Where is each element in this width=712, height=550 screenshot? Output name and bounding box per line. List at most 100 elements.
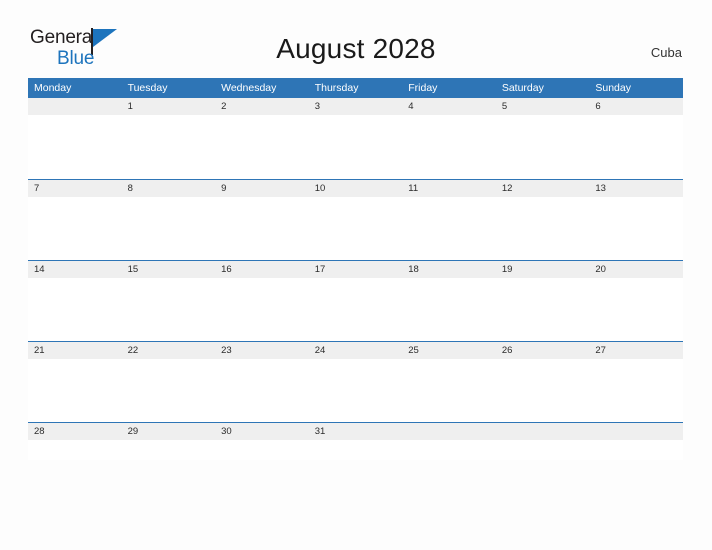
calendar-day-cell[interactable]: 21 <box>28 340 122 422</box>
weekday-header-saturday: Saturday <box>495 78 590 98</box>
calendar-day-cell[interactable]: 11 <box>402 178 496 260</box>
day-events-area[interactable] <box>308 358 403 422</box>
day-events-area[interactable] <box>121 277 216 341</box>
day-events-area[interactable] <box>308 439 403 460</box>
calendar-day-cell[interactable]: 2 <box>215 98 309 179</box>
day-number: 4 <box>402 98 496 115</box>
day-events-area[interactable] <box>308 115 403 179</box>
calendar-day-cell[interactable]: 10 <box>308 178 403 260</box>
day-events-area[interactable] <box>121 358 216 422</box>
day-number: 2 <box>215 98 309 115</box>
calendar-day-cell[interactable]: 6 <box>589 98 683 179</box>
calendar-week-row: 7 8 9 10 11 12 13 <box>28 178 683 260</box>
day-number: 3 <box>308 98 403 115</box>
day-events-area[interactable] <box>28 439 122 460</box>
day-events-area[interactable] <box>215 196 309 260</box>
calendar-day-cell[interactable]: 30 <box>215 421 309 460</box>
calendar-day-cell[interactable]: 19 <box>495 259 590 341</box>
calendar-day-cell[interactable]: 24 <box>308 340 403 422</box>
day-events-area[interactable] <box>215 115 309 179</box>
day-events-area[interactable] <box>495 196 590 260</box>
day-number: 28 <box>28 422 122 440</box>
calendar-day-cell[interactable]: 3 <box>308 98 403 179</box>
day-number <box>495 422 590 440</box>
day-number: 16 <box>215 260 309 278</box>
calendar-day-cell[interactable]: 15 <box>121 259 216 341</box>
day-number: 30 <box>215 422 309 440</box>
day-events-area[interactable] <box>495 439 590 460</box>
day-events-area[interactable] <box>121 115 216 179</box>
day-number: 7 <box>28 179 122 197</box>
day-events-area[interactable] <box>308 196 403 260</box>
day-events-area[interactable] <box>28 277 122 341</box>
calendar-header-row: Monday Tuesday Wednesday Thursday Friday… <box>28 78 683 98</box>
calendar-day-cell[interactable]: 23 <box>215 340 309 422</box>
day-events-area[interactable] <box>121 196 216 260</box>
calendar-day-cell[interactable]: 8 <box>121 178 216 260</box>
day-events-area[interactable] <box>402 358 496 422</box>
day-events-area[interactable] <box>589 277 683 341</box>
calendar-day-cell[interactable]: 20 <box>589 259 683 341</box>
day-events-area[interactable] <box>589 358 683 422</box>
day-number: 24 <box>308 341 403 359</box>
calendar-day-cell[interactable] <box>402 421 496 460</box>
day-events-area[interactable] <box>402 277 496 341</box>
calendar-day-cell[interactable]: 7 <box>28 178 122 260</box>
day-events-area[interactable] <box>589 196 683 260</box>
calendar-day-cell[interactable] <box>589 421 683 460</box>
calendar-day-cell[interactable]: 25 <box>402 340 496 422</box>
calendar-day-cell[interactable]: 4 <box>402 98 496 179</box>
day-events-area[interactable] <box>215 439 309 460</box>
calendar-day-cell[interactable]: 16 <box>215 259 309 341</box>
weekday-header-sunday: Sunday <box>589 78 683 98</box>
calendar-day-cell[interactable]: 18 <box>402 259 496 341</box>
day-number <box>402 422 496 440</box>
day-number: 21 <box>28 341 122 359</box>
calendar-day-cell[interactable]: 31 <box>308 421 403 460</box>
day-number: 29 <box>121 422 216 440</box>
day-events-area[interactable] <box>215 277 309 341</box>
calendar-day-cell[interactable]: 12 <box>495 178 590 260</box>
day-number: 26 <box>495 341 590 359</box>
day-events-area[interactable] <box>308 277 403 341</box>
calendar-page: General Blue August 2028 Cuba Monday Tue… <box>0 0 712 550</box>
day-events-area[interactable] <box>402 439 496 460</box>
calendar-week-row: 14 15 16 17 18 19 20 <box>28 259 683 341</box>
page-title: August 2028 <box>276 33 436 64</box>
day-events-area[interactable] <box>589 439 683 460</box>
day-events-area[interactable] <box>215 358 309 422</box>
day-number: 6 <box>589 98 683 115</box>
day-events-area[interactable] <box>495 115 590 179</box>
calendar-table: Monday Tuesday Wednesday Thursday Friday… <box>28 78 683 460</box>
day-number: 27 <box>589 341 683 359</box>
calendar-day-cell[interactable]: 17 <box>308 259 403 341</box>
calendar-grid: Monday Tuesday Wednesday Thursday Friday… <box>28 78 683 460</box>
day-events-area[interactable] <box>402 196 496 260</box>
day-events-area[interactable] <box>589 115 683 179</box>
day-events-area[interactable] <box>495 277 590 341</box>
calendar-day-cell[interactable]: 14 <box>28 259 122 341</box>
day-events-area[interactable] <box>402 115 496 179</box>
day-number: 18 <box>402 260 496 278</box>
weekday-header-tuesday: Tuesday <box>121 78 216 98</box>
day-events-area[interactable] <box>28 115 122 179</box>
calendar-day-cell[interactable]: 9 <box>215 178 309 260</box>
day-events-area[interactable] <box>495 358 590 422</box>
day-events-area[interactable] <box>28 196 122 260</box>
calendar-day-cell[interactable]: 29 <box>121 421 216 460</box>
calendar-day-cell[interactable]: 5 <box>495 98 590 179</box>
calendar-day-cell[interactable]: 27 <box>589 340 683 422</box>
calendar-day-cell[interactable]: 1 <box>121 98 216 179</box>
calendar-week-row: 28 29 30 31 <box>28 421 683 460</box>
calendar-week-row: 21 22 23 24 25 26 27 <box>28 340 683 422</box>
day-events-area[interactable] <box>28 358 122 422</box>
day-number <box>589 422 683 440</box>
day-number: 10 <box>308 179 403 197</box>
day-events-area[interactable] <box>121 439 216 460</box>
calendar-day-cell[interactable]: 22 <box>121 340 216 422</box>
calendar-day-cell[interactable] <box>28 98 122 179</box>
calendar-day-cell[interactable]: 26 <box>495 340 590 422</box>
calendar-day-cell[interactable] <box>495 421 590 460</box>
calendar-day-cell[interactable]: 13 <box>589 178 683 260</box>
calendar-day-cell[interactable]: 28 <box>28 421 122 460</box>
